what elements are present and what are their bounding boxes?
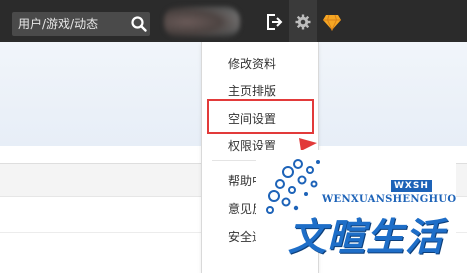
watermark-pinyin: WENXUANSHENGHUO — [322, 194, 457, 205]
top-bar — [0, 0, 467, 42]
watermark-logo: WXSH WENXUANSHENGHUO 文暄生活 — [256, 150, 457, 259]
watermark-badge: WXSH — [391, 180, 432, 192]
gear-icon[interactable] — [294, 13, 314, 33]
menu-item-logout[interactable]: 安全退出 — [228, 228, 256, 245]
diamond-icon[interactable] — [322, 13, 342, 33]
menu-item-feedback[interactable]: 意见反馈 — [228, 200, 256, 217]
avatar[interactable] — [164, 6, 240, 38]
search-icon[interactable] — [130, 15, 148, 33]
logout-icon[interactable] — [264, 12, 284, 32]
highlight-box — [207, 99, 314, 134]
menu-item-edit-profile[interactable]: 修改资料 — [228, 55, 276, 72]
menu-item-homepage-layout[interactable]: 主页排版 — [228, 82, 276, 99]
watermark-title: 文暄生活 — [288, 215, 445, 259]
search-box[interactable] — [12, 12, 150, 36]
search-input[interactable] — [18, 15, 126, 33]
